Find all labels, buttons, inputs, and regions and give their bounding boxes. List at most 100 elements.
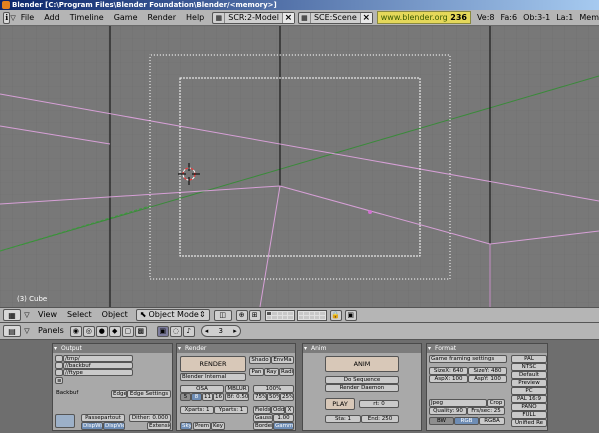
frame-decrement-icon[interactable]: ◂ bbox=[205, 327, 209, 335]
odd-toggle[interactable]: Odd bbox=[271, 406, 285, 414]
menu-view[interactable]: View bbox=[33, 307, 62, 323]
menu-select[interactable]: Select bbox=[62, 307, 97, 323]
size-50-button[interactable]: 50% bbox=[267, 393, 280, 401]
osa-11-button[interactable]: 11 bbox=[202, 393, 213, 401]
preset-preview[interactable]: Preview bbox=[511, 379, 547, 387]
render-buttons-icon[interactable]: ▣ bbox=[156, 325, 169, 337]
viewport-canvas[interactable] bbox=[0, 26, 599, 307]
premul-button[interactable]: Prem bbox=[193, 422, 211, 430]
frs-sec-field[interactable]: Frs/sec: 25 bbox=[467, 407, 505, 415]
edge-settings-button[interactable]: Edge Settings bbox=[127, 390, 171, 398]
anim-button[interactable]: ANIM bbox=[325, 356, 399, 372]
key-button[interactable]: Key bbox=[211, 422, 225, 430]
render-engine-select[interactable]: Blender Internal bbox=[180, 373, 246, 381]
buttons-type-button[interactable]: ▤ bbox=[3, 325, 21, 337]
start-frame-field[interactable]: Sta: 1 bbox=[325, 415, 361, 423]
menu-timeline[interactable]: Timeline bbox=[65, 10, 109, 26]
blur-factor-field[interactable]: Bf: 0.50 bbox=[225, 393, 249, 401]
pano-toggle[interactable]: Pan bbox=[249, 368, 264, 376]
sky-button[interactable]: Sky bbox=[180, 422, 192, 430]
frame-value[interactable]: 3 bbox=[219, 327, 223, 335]
end-frame-field[interactable]: End: 250 bbox=[361, 415, 399, 423]
layer-group-1[interactable] bbox=[264, 309, 295, 321]
logic-context-icon[interactable]: ◉ bbox=[69, 325, 82, 337]
format-panel-title[interactable]: Format bbox=[427, 344, 547, 353]
fields-toggle[interactable]: Fields bbox=[253, 406, 271, 414]
size-100-button[interactable]: 100% bbox=[253, 385, 294, 393]
backbuf-toggle[interactable]: Backbuf bbox=[55, 390, 85, 398]
link-text[interactable]: www.blender.org bbox=[381, 13, 448, 22]
render-panel-title[interactable]: Render bbox=[177, 344, 295, 353]
anim-buttons-icon[interactable]: ◌ bbox=[169, 325, 182, 337]
sizey-field[interactable]: SizeY: 480 bbox=[468, 367, 507, 375]
draw-type-button[interactable]: ◫ bbox=[213, 309, 232, 321]
blender-org-link[interactable]: www.blender.org 236 bbox=[376, 11, 471, 24]
menu-file[interactable]: File bbox=[16, 10, 39, 26]
dispview-button[interactable]: DispView bbox=[103, 422, 125, 430]
yparts-field[interactable]: Yparts: 1 bbox=[214, 406, 248, 414]
radio-toggle[interactable]: Radi bbox=[279, 368, 294, 376]
passepartout-toggle[interactable]: Passepartout bbox=[81, 414, 125, 422]
frame-number-field[interactable]: ◂ 3 ▸ bbox=[200, 325, 241, 337]
frame-increment-icon[interactable]: ▸ bbox=[233, 327, 237, 335]
aspx-field[interactable]: AspX: 100 bbox=[429, 375, 468, 383]
panels-menu[interactable]: Panels bbox=[33, 323, 69, 339]
window-type-button[interactable]: ℹ bbox=[3, 11, 11, 24]
play-button[interactable]: PLAY bbox=[325, 398, 355, 410]
scene-name[interactable]: SCE:Scene bbox=[311, 13, 360, 22]
size-75-button[interactable]: 75% bbox=[253, 393, 267, 401]
ftype-path-field[interactable]: //ftype bbox=[63, 369, 133, 376]
dither-field[interactable]: Dither: 0.000 bbox=[129, 414, 171, 422]
preset-default[interactable]: Default bbox=[511, 371, 547, 379]
gamma-toggle[interactable]: Gamma bbox=[273, 422, 294, 430]
ftype-folder-icon[interactable] bbox=[55, 369, 63, 376]
rt-field[interactable]: rt: 0 bbox=[359, 400, 399, 408]
render-daemon-toggle[interactable]: Render Daemon bbox=[325, 384, 399, 392]
folder-icon[interactable] bbox=[55, 355, 63, 362]
rgb-button[interactable]: RGB bbox=[454, 417, 479, 425]
sizex-field[interactable]: SizeX: 640 bbox=[429, 367, 468, 375]
output-panel-title[interactable]: Output bbox=[53, 344, 172, 353]
object-context-icon[interactable]: ◆ bbox=[108, 325, 121, 337]
render-button[interactable]: RENDER bbox=[180, 356, 246, 372]
screen-close-icon[interactable]: × bbox=[281, 12, 294, 23]
osa-5-button[interactable]: 5 bbox=[180, 393, 191, 401]
menu-game[interactable]: Game bbox=[109, 10, 143, 26]
menu-add[interactable]: Add bbox=[39, 10, 65, 26]
extensions-toggle[interactable]: Extensio bbox=[147, 422, 171, 430]
screen-name[interactable]: SCR:2-Model bbox=[225, 13, 282, 22]
do-sequence-toggle[interactable]: Do Sequence bbox=[325, 376, 399, 384]
menu-help[interactable]: Help bbox=[181, 10, 209, 26]
quality-field[interactable]: Quality: 90 bbox=[429, 407, 467, 415]
osa-16-button[interactable]: 16 bbox=[213, 393, 224, 401]
scene-icon[interactable]: ▦ bbox=[299, 12, 311, 23]
screen-icon[interactable]: ▦ bbox=[213, 12, 226, 23]
preset-pal169[interactable]: PAL 16:9 bbox=[511, 395, 547, 403]
preset-unified-renderer[interactable]: Unified Re bbox=[511, 419, 547, 427]
gauss-value-field[interactable]: 1.00 bbox=[273, 414, 294, 422]
view3d-type-button[interactable]: ▦ bbox=[3, 309, 21, 321]
osa-8-button[interactable]: 8 bbox=[191, 393, 202, 401]
preset-pal[interactable]: PAL bbox=[511, 355, 547, 363]
preset-full[interactable]: FULL bbox=[511, 411, 547, 419]
size-25-button[interactable]: 25% bbox=[280, 393, 294, 401]
scene-link-icon[interactable]: ≡ bbox=[55, 377, 63, 384]
menu-object[interactable]: Object bbox=[97, 307, 133, 323]
sound-buttons-icon[interactable]: ♪ bbox=[182, 325, 195, 337]
editing-context-icon[interactable]: ▢ bbox=[121, 325, 134, 337]
game-framing-button[interactable]: Game framing settings bbox=[429, 355, 507, 363]
backbuf-path-field[interactable]: //backbuf bbox=[63, 362, 133, 369]
mode-selector[interactable]: ⬉ Object Mode ⇕ bbox=[135, 309, 210, 321]
edge-toggle[interactable]: Edge bbox=[111, 390, 127, 398]
lock-icon[interactable]: 🔒 bbox=[329, 309, 342, 321]
scene-context-icon[interactable]: ▩ bbox=[134, 325, 147, 337]
backbuf-folder-icon[interactable] bbox=[55, 362, 63, 369]
layer-group-2[interactable] bbox=[296, 309, 327, 321]
menu-render[interactable]: Render bbox=[143, 10, 181, 26]
aspy-field[interactable]: AspY: 100 bbox=[468, 375, 507, 383]
file-type-select[interactable]: Jpeg bbox=[429, 399, 487, 407]
display-window-icon[interactable] bbox=[55, 414, 75, 428]
envmap-toggle[interactable]: EnvMa bbox=[271, 356, 294, 364]
anim-panel-title[interactable]: Anim bbox=[303, 344, 421, 353]
x-toggle[interactable]: X bbox=[285, 406, 294, 414]
